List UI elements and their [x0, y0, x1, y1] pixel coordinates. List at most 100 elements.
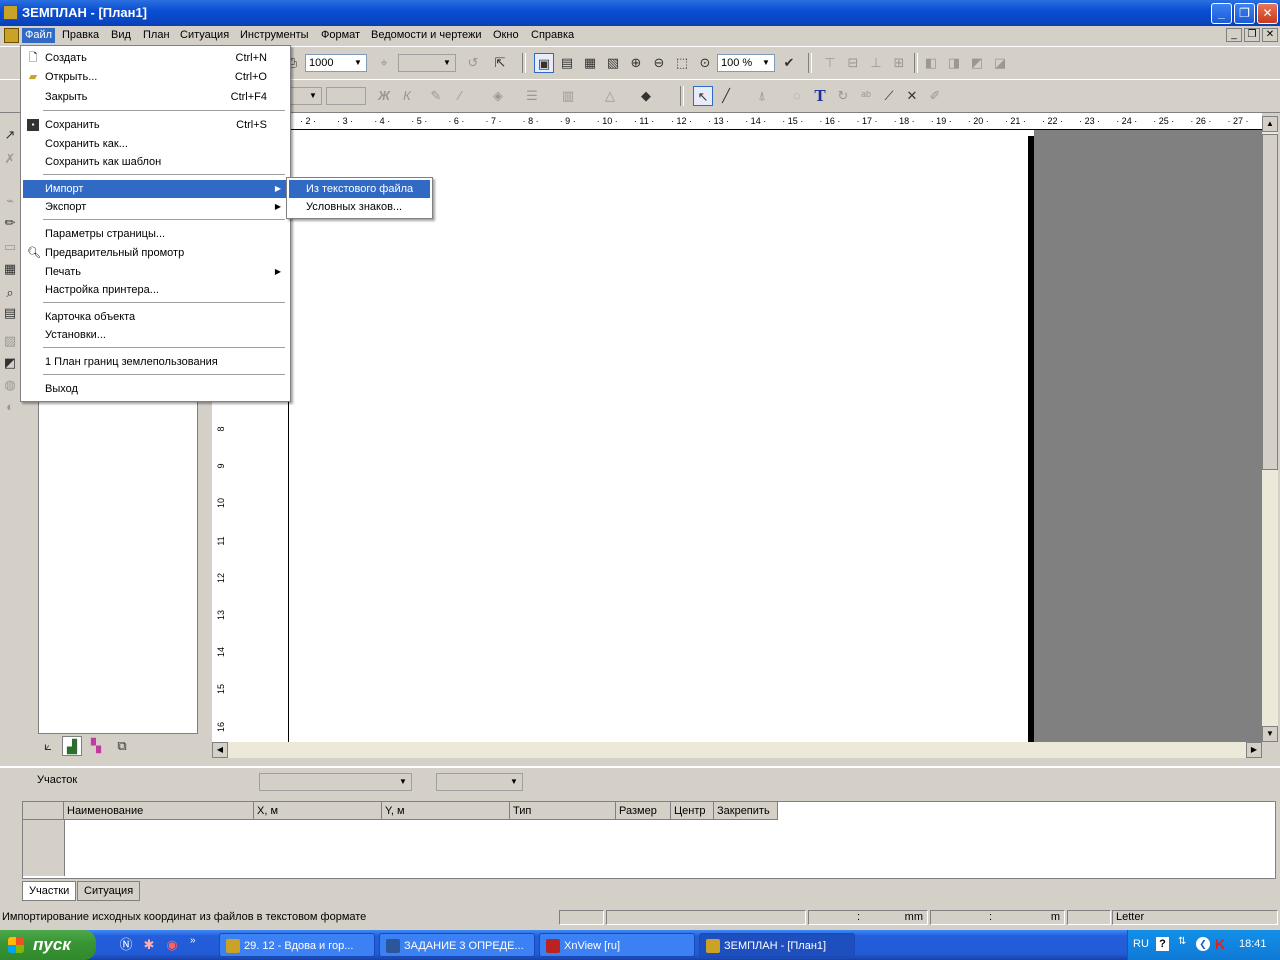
back-arrow-icon[interactable]: ❮ — [1196, 937, 1210, 951]
rotate-icon[interactable]: ↺ — [463, 53, 483, 73]
menu-item-save-template[interactable]: Сохранить как шаблон — [23, 153, 287, 171]
line-color-icon[interactable]: ∕ — [450, 86, 470, 106]
column-header[interactable]: Размер — [616, 802, 671, 820]
start-button[interactable]: пуск — [0, 930, 96, 960]
align-top-icon[interactable]: ⊤ — [820, 53, 840, 73]
align-center-icon[interactable]: ⊞ — [889, 53, 909, 73]
chevron-down-icon[interactable]: ▼ — [507, 775, 521, 789]
align-middle-icon[interactable]: ⊟ — [843, 53, 863, 73]
menu-item-page-setup[interactable]: Параметры страницы... — [23, 225, 287, 243]
apply-icon[interactable]: ✔ — [779, 53, 799, 73]
rotate-text-icon[interactable]: ↻ — [833, 86, 853, 106]
menu-file[interactable]: Файл — [22, 28, 56, 43]
column-header[interactable]: Y, м — [382, 802, 510, 820]
tool-magnet-icon[interactable]: ⌁ — [0, 191, 20, 211]
menu-item-settings[interactable]: Установки... — [23, 326, 287, 344]
tool-layer-icon[interactable]: ▭ — [0, 237, 20, 257]
select-object-icon[interactable]: ⇱ — [490, 53, 510, 73]
mdi-restore-button[interactable]: ❐ — [1244, 28, 1260, 42]
chevron-down-icon[interactable]: ▼ — [759, 56, 773, 70]
delete-icon[interactable]: ✕ — [902, 86, 922, 106]
points-table[interactable]: Наименование X, м Y, м Тип Размер Центр … — [22, 801, 1276, 879]
pointer-icon[interactable]: ↖ — [693, 86, 713, 106]
column-header[interactable]: Центр — [671, 802, 714, 820]
menu-view[interactable]: Вид — [108, 28, 134, 43]
parcel-sub-combo[interactable]: ▼ — [436, 773, 523, 791]
mdi-minimize-button[interactable]: _ — [1226, 28, 1242, 42]
font-size-combo[interactable] — [326, 87, 366, 105]
menu-item-exit[interactable]: Выход — [23, 380, 287, 398]
quicklaunch-app-icon[interactable]: Ⓝ — [116, 935, 136, 955]
chevron-down-icon[interactable]: ▼ — [351, 56, 365, 70]
chevron-down-icon[interactable]: ▼ — [306, 89, 320, 103]
menu-item-import[interactable]: Импорт ▶ — [23, 180, 287, 198]
column-header[interactable]: Закрепить — [714, 802, 778, 820]
column-header[interactable]: X, м — [254, 802, 382, 820]
submenu-item-symbols[interactable]: Условных знаков... — [289, 198, 430, 216]
tool-table-icon[interactable]: ▦ — [0, 259, 20, 279]
menu-edit[interactable]: Правка — [59, 28, 102, 43]
close-button[interactable]: ✕ — [1257, 3, 1278, 24]
minimize-button[interactable]: _ — [1211, 3, 1232, 24]
text-tool-icon[interactable]: T — [810, 86, 830, 106]
bring-front-icon[interactable]: ◧ — [921, 53, 941, 73]
scroll-right-icon[interactable]: ▶ — [1246, 742, 1262, 758]
chevron-down-icon[interactable]: ▼ — [396, 775, 410, 789]
zoom-combo[interactable]: 100 % ▼ — [717, 54, 775, 72]
tool-hatch-icon[interactable]: ▨ — [0, 331, 20, 351]
format-painter-icon[interactable]: ✎ — [426, 86, 446, 106]
menu-item-object-card[interactable]: Карточка объекта — [23, 308, 287, 326]
zoom-in-icon[interactable]: ⊕ — [626, 53, 646, 73]
tool-cross-icon[interactable]: ✗ — [0, 149, 20, 169]
tab-parcels[interactable]: Участки — [22, 881, 77, 901]
kaspersky-icon[interactable]: K — [1215, 936, 1225, 952]
tab-situation[interactable]: Ситуация — [77, 881, 141, 901]
network-icon[interactable]: ⇅ — [1178, 936, 1186, 947]
menu-item-export[interactable]: Экспорт ▶ — [23, 198, 287, 216]
restore-button[interactable]: ❐ — [1234, 3, 1255, 24]
tool-doc-icon[interactable]: ▤ — [0, 303, 20, 323]
help-icon[interactable]: ? — [1156, 937, 1169, 951]
arc-tool-icon[interactable]: ◌ — [787, 86, 807, 106]
measure-icon[interactable]: ⌖ — [374, 53, 394, 73]
menu-format[interactable]: Формат — [318, 28, 363, 43]
doc-icon[interactable] — [4, 28, 19, 43]
fill-color-icon[interactable]: ◈ — [488, 86, 508, 106]
view-page-icon[interactable]: ▣ — [534, 53, 554, 73]
column-header[interactable]: Наименование — [64, 802, 254, 820]
menu-item-recent-file[interactable]: 1 План границ землепользования — [23, 353, 287, 371]
task-button-active[interactable]: ЗЕМПЛАН - [План1] — [699, 933, 855, 957]
menu-item-print[interactable]: Печать ▶ — [23, 263, 287, 281]
scale-combo[interactable]: 1000 ▼ — [305, 54, 367, 72]
tab-copy-icon[interactable]: ⧉ — [112, 736, 132, 756]
menu-item-print-preview[interactable]: 🔍︎ Предварительный промотр — [23, 244, 287, 262]
parcel-combo[interactable]: ▼ — [259, 773, 412, 791]
mdi-close-button[interactable]: ✕ — [1262, 28, 1278, 42]
menu-item-save-as[interactable]: Сохранить как... — [23, 135, 287, 153]
column-header[interactable]: Тип — [510, 802, 616, 820]
tool-layers-icon[interactable]: ◩ — [0, 353, 20, 373]
horizontal-scrollbar[interactable]: ◀ ▶ — [212, 742, 1262, 758]
menu-tools[interactable]: Инструменты — [237, 28, 312, 43]
scroll-up-icon[interactable]: ▲ — [1262, 116, 1278, 132]
vertical-scrollbar[interactable]: ▲ ▼ — [1262, 116, 1278, 742]
menu-item-printer-setup[interactable]: Настройка принтера... — [23, 281, 287, 299]
grid-view-icon[interactable]: ▤ — [557, 53, 577, 73]
group-icon[interactable]: ◩ — [967, 53, 987, 73]
menu-window[interactable]: Окно — [490, 28, 522, 43]
tool-pencil-icon[interactable]: ✏ — [0, 213, 20, 233]
chevron-down-icon[interactable]: ▼ — [440, 56, 454, 70]
line-tool-icon[interactable]: ╱ — [716, 86, 736, 106]
scroll-down-icon[interactable]: ▼ — [1262, 726, 1278, 742]
italic-icon[interactable]: К — [397, 86, 417, 106]
quicklaunch-opera-icon[interactable]: ◉ — [162, 935, 182, 955]
menu-plan[interactable]: План — [140, 28, 173, 43]
tool-select-icon[interactable]: ↗ — [0, 125, 20, 145]
layer-combo[interactable]: ▼ — [398, 54, 456, 72]
tool-eraser-icon[interactable]: ◐ — [0, 397, 20, 417]
align-bottom-icon[interactable]: ⊥ — [866, 53, 886, 73]
tab-geometry-icon[interactable]: ⟀ — [38, 736, 58, 756]
tool-stamp-icon[interactable]: ◍ — [0, 375, 20, 395]
line-style-icon[interactable]: ☰ — [522, 86, 542, 106]
zoom-window-icon[interactable]: ⬚ — [672, 53, 692, 73]
